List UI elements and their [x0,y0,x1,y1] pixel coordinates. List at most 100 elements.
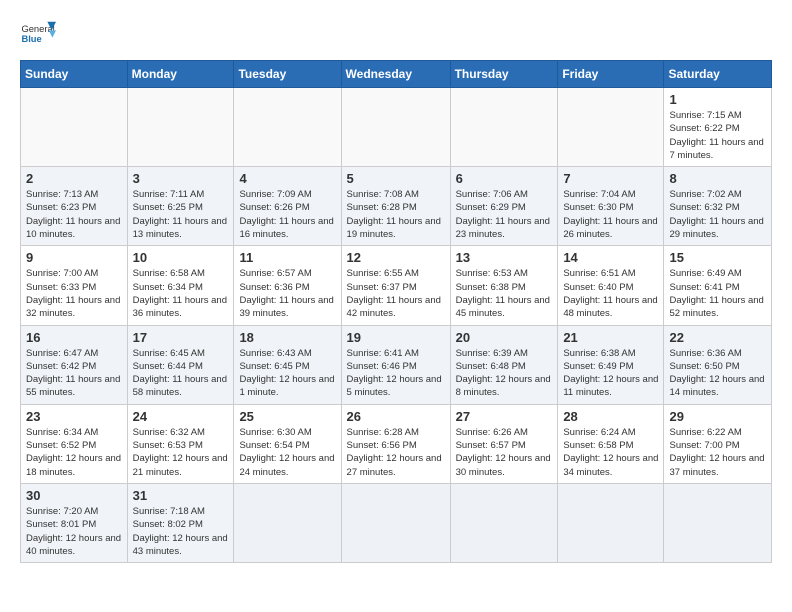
day-info: Sunrise: 6:57 AM Sunset: 6:36 PM Dayligh… [239,267,335,320]
calendar-day-cell: 14 Sunrise: 6:51 AM Sunset: 6:40 PM Dayli… [558,246,664,325]
day-info: Sunrise: 7:04 AM Sunset: 6:30 PM Dayligh… [563,188,658,241]
calendar-day-cell: 27 Sunrise: 6:26 AM Sunset: 6:57 PM Dayli… [450,404,558,483]
calendar-day-cell: 28Sunrise: 6:24 AM Sunset: 6:58 PM Dayli… [558,404,664,483]
calendar-day-cell [450,483,558,562]
calendar-day-cell: 4 Sunrise: 7:09 AM Sunset: 6:26 PM Daylig… [234,167,341,246]
calendar-day-cell [341,483,450,562]
calendar-day-cell [21,88,128,167]
calendar-day-cell: 5Sunrise: 7:08 AM Sunset: 6:28 PM Daylig… [341,167,450,246]
day-number: 1 [669,92,766,107]
calendar-day-cell: 13 Sunrise: 6:53 AM Sunset: 6:38 PM Dayli… [450,246,558,325]
day-info: Sunrise: 7:06 AM Sunset: 6:29 PM Dayligh… [456,188,553,241]
calendar-day-cell: 25Sunrise: 6:30 AM Sunset: 6:54 PM Dayli… [234,404,341,483]
day-info: Sunrise: 6:32 AM Sunset: 6:53 PM Dayligh… [133,426,229,479]
day-number: 14 [563,250,658,265]
day-number: 31 [133,488,229,503]
calendar-day-cell: 22Sunrise: 6:36 AM Sunset: 6:50 PM Dayli… [664,325,772,404]
calendar-day-cell: 10 Sunrise: 6:58 AM Sunset: 6:34 PM Dayli… [127,246,234,325]
calendar-day-cell [558,88,664,167]
calendar-day-cell: 30 Sunrise: 7:20 AM Sunset: 8:01 PM Dayli… [21,483,128,562]
day-info: Sunrise: 7:20 AM Sunset: 8:01 PM Dayligh… [26,505,122,558]
day-info: Sunrise: 7:09 AM Sunset: 6:26 PM Dayligh… [239,188,335,241]
day-number: 30 [26,488,122,503]
calendar-day-cell: 29Sunrise: 6:22 AM Sunset: 7:00 PM Dayli… [664,404,772,483]
calendar: Sunday Monday Tuesday Wednesday Thursday… [20,60,772,563]
day-info: Sunrise: 6:51 AM Sunset: 6:40 PM Dayligh… [563,267,658,320]
calendar-day-cell [234,88,341,167]
logo: General Blue [20,16,56,52]
day-number: 13 [456,250,553,265]
day-number: 23 [26,409,122,424]
day-number: 27 [456,409,553,424]
calendar-day-cell: 8 Sunrise: 7:02 AM Sunset: 6:32 PM Daylig… [664,167,772,246]
day-number: 28 [563,409,658,424]
header-saturday: Saturday [664,61,772,88]
day-info: Sunrise: 6:34 AM Sunset: 6:52 PM Dayligh… [26,426,122,479]
day-number: 15 [669,250,766,265]
day-info: Sunrise: 6:36 AM Sunset: 6:50 PM Dayligh… [669,347,766,400]
calendar-day-cell: 12Sunrise: 6:55 AM Sunset: 6:37 PM Dayli… [341,246,450,325]
calendar-day-cell [450,88,558,167]
header-tuesday: Tuesday [234,61,341,88]
day-number: 11 [239,250,335,265]
day-number: 2 [26,171,122,186]
calendar-day-cell [234,483,341,562]
calendar-week-row: 1 Sunrise: 7:15 AM Sunset: 6:22 PM Daylig… [21,88,772,167]
weekday-header-row: Sunday Monday Tuesday Wednesday Thursday… [21,61,772,88]
calendar-day-cell: 31 Sunrise: 7:18 AM Sunset: 8:02 PM Dayli… [127,483,234,562]
day-info: Sunrise: 6:58 AM Sunset: 6:34 PM Dayligh… [133,267,229,320]
calendar-day-cell: 11 Sunrise: 6:57 AM Sunset: 6:36 PM Dayli… [234,246,341,325]
calendar-week-row: 23 Sunrise: 6:34 AM Sunset: 6:52 PM Dayli… [21,404,772,483]
calendar-day-cell: 2Sunrise: 7:13 AM Sunset: 6:23 PM Daylig… [21,167,128,246]
calendar-day-cell: 16Sunrise: 6:47 AM Sunset: 6:42 PM Dayli… [21,325,128,404]
day-info: Sunrise: 7:08 AM Sunset: 6:28 PM Dayligh… [347,188,445,241]
calendar-day-cell: 26 Sunrise: 6:28 AM Sunset: 6:56 PM Dayli… [341,404,450,483]
day-info: Sunrise: 6:28 AM Sunset: 6:56 PM Dayligh… [347,426,445,479]
header-monday: Monday [127,61,234,88]
day-info: Sunrise: 6:41 AM Sunset: 6:46 PM Dayligh… [347,347,445,400]
calendar-day-cell: 9Sunrise: 7:00 AM Sunset: 6:33 PM Daylig… [21,246,128,325]
header-thursday: Thursday [450,61,558,88]
calendar-day-cell: 17 Sunrise: 6:45 AM Sunset: 6:44 PM Dayli… [127,325,234,404]
day-info: Sunrise: 6:49 AM Sunset: 6:41 PM Dayligh… [669,267,766,320]
header-wednesday: Wednesday [341,61,450,88]
day-info: Sunrise: 6:47 AM Sunset: 6:42 PM Dayligh… [26,347,122,400]
day-info: Sunrise: 7:18 AM Sunset: 8:02 PM Dayligh… [133,505,229,558]
day-info: Sunrise: 6:22 AM Sunset: 7:00 PM Dayligh… [669,426,766,479]
day-number: 9 [26,250,122,265]
day-info: Sunrise: 6:30 AM Sunset: 6:54 PM Dayligh… [239,426,335,479]
calendar-day-cell [558,483,664,562]
day-info: Sunrise: 7:02 AM Sunset: 6:32 PM Dayligh… [669,188,766,241]
day-info: Sunrise: 6:53 AM Sunset: 6:38 PM Dayligh… [456,267,553,320]
day-number: 20 [456,330,553,345]
calendar-day-cell: 21 Sunrise: 6:38 AM Sunset: 6:49 PM Dayli… [558,325,664,404]
calendar-day-cell: 24 Sunrise: 6:32 AM Sunset: 6:53 PM Dayli… [127,404,234,483]
day-info: Sunrise: 6:38 AM Sunset: 6:49 PM Dayligh… [563,347,658,400]
day-number: 4 [239,171,335,186]
day-number: 8 [669,171,766,186]
calendar-day-cell: 1 Sunrise: 7:15 AM Sunset: 6:22 PM Daylig… [664,88,772,167]
day-number: 19 [347,330,445,345]
day-number: 26 [347,409,445,424]
calendar-day-cell [341,88,450,167]
calendar-day-cell [127,88,234,167]
day-info: Sunrise: 7:15 AM Sunset: 6:22 PM Dayligh… [669,109,766,162]
day-number: 17 [133,330,229,345]
header-area: General Blue [20,16,772,52]
day-number: 10 [133,250,229,265]
calendar-day-cell: 18Sunrise: 6:43 AM Sunset: 6:45 PM Dayli… [234,325,341,404]
day-number: 21 [563,330,658,345]
calendar-day-cell: 19 Sunrise: 6:41 AM Sunset: 6:46 PM Dayli… [341,325,450,404]
page: General Blue Sunday Monday Tuesday Wedne… [0,0,792,579]
day-info: Sunrise: 6:55 AM Sunset: 6:37 PM Dayligh… [347,267,445,320]
header-friday: Friday [558,61,664,88]
day-info: Sunrise: 6:45 AM Sunset: 6:44 PM Dayligh… [133,347,229,400]
calendar-week-row: 30 Sunrise: 7:20 AM Sunset: 8:01 PM Dayli… [21,483,772,562]
calendar-day-cell: 20Sunrise: 6:39 AM Sunset: 6:48 PM Dayli… [450,325,558,404]
header-sunday: Sunday [21,61,128,88]
calendar-week-row: 16Sunrise: 6:47 AM Sunset: 6:42 PM Dayli… [21,325,772,404]
day-info: Sunrise: 6:26 AM Sunset: 6:57 PM Dayligh… [456,426,553,479]
day-number: 24 [133,409,229,424]
calendar-day-cell: 15 Sunrise: 6:49 AM Sunset: 6:41 PM Dayli… [664,246,772,325]
day-number: 18 [239,330,335,345]
